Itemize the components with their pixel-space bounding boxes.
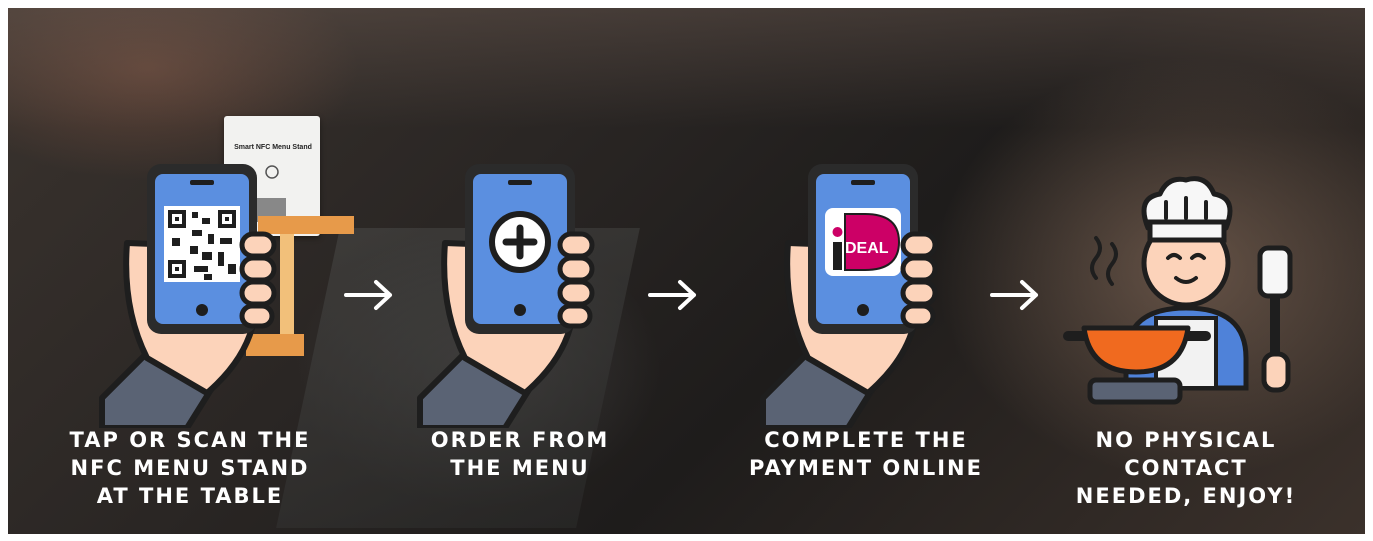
hand-fingers [900, 231, 938, 329]
banner: Smart NFC Menu Stand TAP OR SCAN THE NFC… [8, 8, 1365, 534]
chef-icon [1063, 176, 1293, 405]
phone-plus-icon [417, 164, 595, 428]
caption-line: ORDER FROM [430, 428, 610, 452]
step-payment-caption: COMPLETE THE PAYMENT ONLINE [716, 426, 1016, 482]
arrow-right-icon [990, 280, 1038, 310]
caption-line: THE MENU [450, 456, 590, 480]
caption-line: AT THE TABLE [96, 484, 284, 508]
step-scan-caption: TAP OR SCAN THE NFC MENU STAND AT THE TA… [40, 426, 340, 510]
step-order [410, 148, 650, 428]
background-blur-top [8, 8, 1365, 128]
caption-line: COMPLETE THE [764, 428, 968, 452]
caption-line: NEEDED, ENJOY! [1075, 484, 1297, 508]
phone-qr-icon [99, 164, 277, 428]
caption-line: TAP OR SCAN THE [69, 428, 311, 452]
caption-line: CONTACT [1124, 456, 1248, 480]
step-payment: DEAL [753, 148, 993, 428]
step-scan [92, 148, 332, 428]
step-enjoy [1056, 158, 1316, 438]
step-enjoy-caption: NO PHYSICAL CONTACT NEEDED, ENJOY! [1036, 426, 1336, 510]
caption-line: PAYMENT ONLINE [749, 456, 983, 480]
step-order-caption: ORDER FROM THE MENU [370, 426, 670, 482]
arrow-right-icon [344, 280, 392, 310]
caption-line: NO PHYSICAL [1095, 428, 1277, 452]
arrow-right-icon [648, 280, 696, 310]
caption-line: NFC MENU STAND [70, 456, 310, 480]
